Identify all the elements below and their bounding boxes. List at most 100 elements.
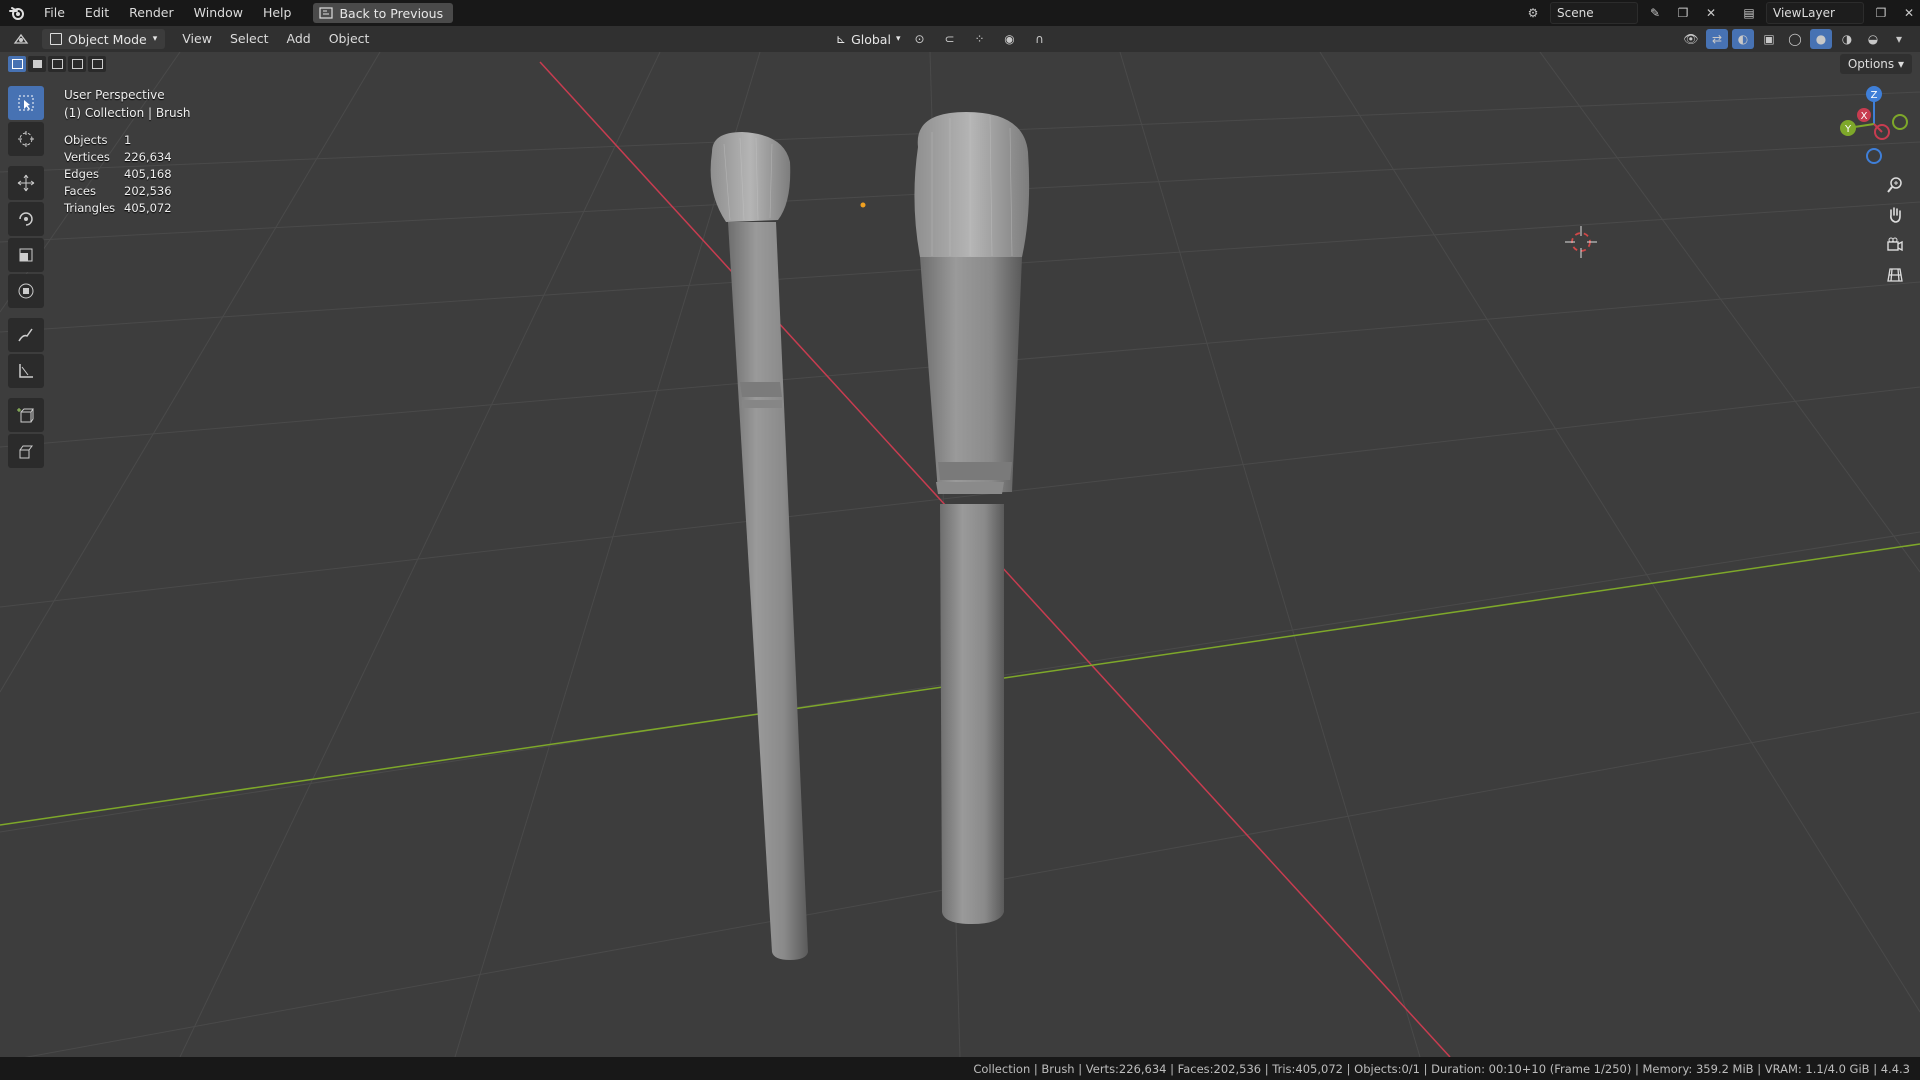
scene-browse-icon[interactable]: ⚙ — [1522, 3, 1544, 23]
perspective-label: User Perspective — [64, 88, 165, 102]
gizmo-x-label: X — [1861, 111, 1868, 122]
chevron-down-icon: ▾ — [152, 34, 158, 44]
menu-render[interactable]: Render — [119, 0, 184, 26]
pivot-point-icon[interactable]: ⊙ — [908, 29, 930, 49]
stat-row: Triangles 405,072 — [64, 200, 172, 217]
select-intersect-icon[interactable] — [88, 56, 106, 72]
pin-icon[interactable]: ✎ — [1644, 3, 1666, 23]
orientation-label: Global — [851, 31, 891, 47]
select-new-icon[interactable] — [8, 56, 26, 72]
stat-value: 405,072 — [124, 201, 172, 215]
snap-toggle-icon[interactable]: ⊂ — [938, 29, 960, 49]
stat-row: Objects 1 — [64, 132, 172, 149]
orthographic-toggle-icon[interactable] — [1882, 262, 1908, 288]
options-dropdown[interactable]: Options ▾ — [1839, 54, 1912, 74]
stat-label: Faces — [64, 184, 96, 198]
object-origin-point — [860, 202, 866, 208]
select-box-tool-icon[interactable] — [8, 86, 44, 120]
menu-file[interactable]: File — [34, 0, 75, 26]
object-mode-label: Object Mode — [68, 31, 147, 47]
stat-row: Faces 202,536 — [64, 183, 172, 200]
scene-selector-group: ⚙ Scene ✎ ❐ ✕ ▤ ViewLayer ❐ ✕ — [1522, 0, 1920, 26]
add-cube-tool-icon[interactable] — [8, 398, 44, 432]
status-bar: Collection | Brush | Verts:226,634 | Fac… — [0, 1057, 1920, 1080]
transform-tool-icon[interactable] — [8, 274, 44, 308]
back-to-previous-label: Back to Previous — [339, 5, 444, 21]
large-brush-object[interactable] — [914, 112, 1030, 924]
tool-shelf — [8, 86, 48, 468]
gizmo-neg-y-axis[interactable] — [1892, 114, 1908, 130]
stat-label: Objects — [64, 133, 108, 147]
back-to-previous-button[interactable]: Back to Previous — [313, 3, 454, 23]
stat-row: Vertices 226,634 — [64, 149, 172, 166]
material-shading-icon[interactable]: ◑ — [1836, 29, 1858, 49]
select-extend-icon[interactable] — [28, 56, 46, 72]
new-scene-icon[interactable]: ❐ — [1672, 3, 1694, 23]
header-menu-select[interactable]: Select — [221, 26, 278, 52]
delete-viewlayer-icon[interactable]: ✕ — [1898, 3, 1920, 23]
stat-value: 405,168 — [124, 167, 172, 181]
proportional-edit-icon[interactable]: ◉ — [998, 29, 1020, 49]
menu-help[interactable]: Help — [253, 0, 302, 26]
orientation-icon: ⊾ — [836, 32, 847, 46]
3d-cursor-icon[interactable] — [1565, 226, 1597, 258]
object-mode-dropdown[interactable]: Object Mode ▾ — [42, 29, 166, 49]
viewport-info: User Perspective (1) Collection | Brush — [64, 86, 190, 122]
overlay-toggle-icon[interactable]: ◐ — [1732, 29, 1754, 49]
visibility-icon[interactable]: 👁 — [1680, 29, 1702, 49]
editor-type-icon[interactable] — [6, 29, 36, 49]
top-menu-bar: File Edit Render Window Help Back to Pre… — [0, 0, 1920, 26]
scene-statistics: Objects 1 Vertices 226,634 Edges 405,168 Fa… — [64, 132, 172, 217]
stat-row: Edges 405,168 — [64, 166, 172, 183]
new-viewlayer-icon[interactable]: ❐ — [1870, 3, 1892, 23]
viewlayer-name: ViewLayer — [1773, 6, 1835, 20]
stat-label: Edges — [64, 167, 99, 181]
select-subtract-icon[interactable] — [48, 56, 66, 72]
navigation-gizmo[interactable]: Z Y X — [1830, 80, 1920, 380]
annotate-tool-icon[interactable] — [8, 318, 44, 352]
header-menu-add[interactable]: Add — [278, 26, 320, 52]
viewport-header: Object Mode ▾ View Select Add Object ⊾ G… — [0, 26, 1920, 52]
select-invert-icon[interactable] — [68, 56, 86, 72]
shading-options-icon[interactable]: ▾ — [1888, 29, 1910, 49]
xray-toggle-icon[interactable]: ▣ — [1758, 29, 1780, 49]
wireframe-shading-icon[interactable]: ◯ — [1784, 29, 1806, 49]
zoom-icon[interactable] — [1882, 172, 1908, 198]
header-menu-object[interactable]: Object — [320, 26, 379, 52]
measure-tool-icon[interactable] — [8, 354, 44, 388]
gizmo-z-label: Z — [1871, 90, 1878, 101]
small-brush-object[interactable] — [710, 132, 808, 960]
object-mode-icon — [50, 33, 62, 45]
header-menu-view[interactable]: View — [173, 26, 221, 52]
orientation-dropdown[interactable]: ⊾ Global ▾ — [836, 32, 900, 47]
delete-scene-icon[interactable]: ✕ — [1700, 3, 1722, 23]
extrude-tool-icon[interactable] — [8, 434, 44, 468]
solid-shading-icon[interactable]: ● — [1810, 29, 1832, 49]
rotate-tool-icon[interactable] — [8, 202, 44, 236]
stat-label: Triangles — [64, 201, 116, 215]
menu-window[interactable]: Window — [184, 0, 253, 26]
cursor-tool-icon[interactable] — [8, 122, 44, 156]
scene-name: Scene — [1557, 6, 1594, 20]
gizmo-neg-z-axis[interactable] — [1866, 148, 1882, 164]
move-tool-icon[interactable] — [8, 166, 44, 200]
snap-target-icon[interactable]: ⁘ — [968, 29, 990, 49]
scale-tool-icon[interactable] — [8, 238, 44, 272]
camera-view-icon[interactable] — [1882, 232, 1908, 258]
viewport-display-controls: 👁 ⇄ ◐ ▣ ◯ ● ◑ ◒ ▾ — [1680, 26, 1910, 52]
viewport-scene — [0, 52, 1920, 1057]
menu-edit[interactable]: Edit — [75, 0, 119, 26]
stat-value: 1 — [124, 133, 132, 147]
chevron-down-icon: ▾ — [895, 34, 901, 44]
blender-logo-icon[interactable] — [0, 0, 34, 26]
falloff-icon[interactable]: ∩ — [1028, 29, 1050, 49]
viewlayer-browse-icon[interactable]: ▤ — [1738, 3, 1760, 23]
gizmo-toggle-icon[interactable]: ⇄ — [1706, 29, 1728, 49]
3d-viewport[interactable]: Options ▾ User Perspective (1) Collectio… — [0, 52, 1920, 1057]
viewlayer-name-field[interactable]: ViewLayer — [1766, 2, 1864, 24]
pan-hand-icon[interactable] — [1882, 202, 1908, 228]
back-icon — [319, 7, 334, 19]
selection-mode-group — [8, 56, 106, 72]
rendered-shading-icon[interactable]: ◒ — [1862, 29, 1884, 49]
scene-name-field[interactable]: Scene — [1550, 2, 1638, 24]
